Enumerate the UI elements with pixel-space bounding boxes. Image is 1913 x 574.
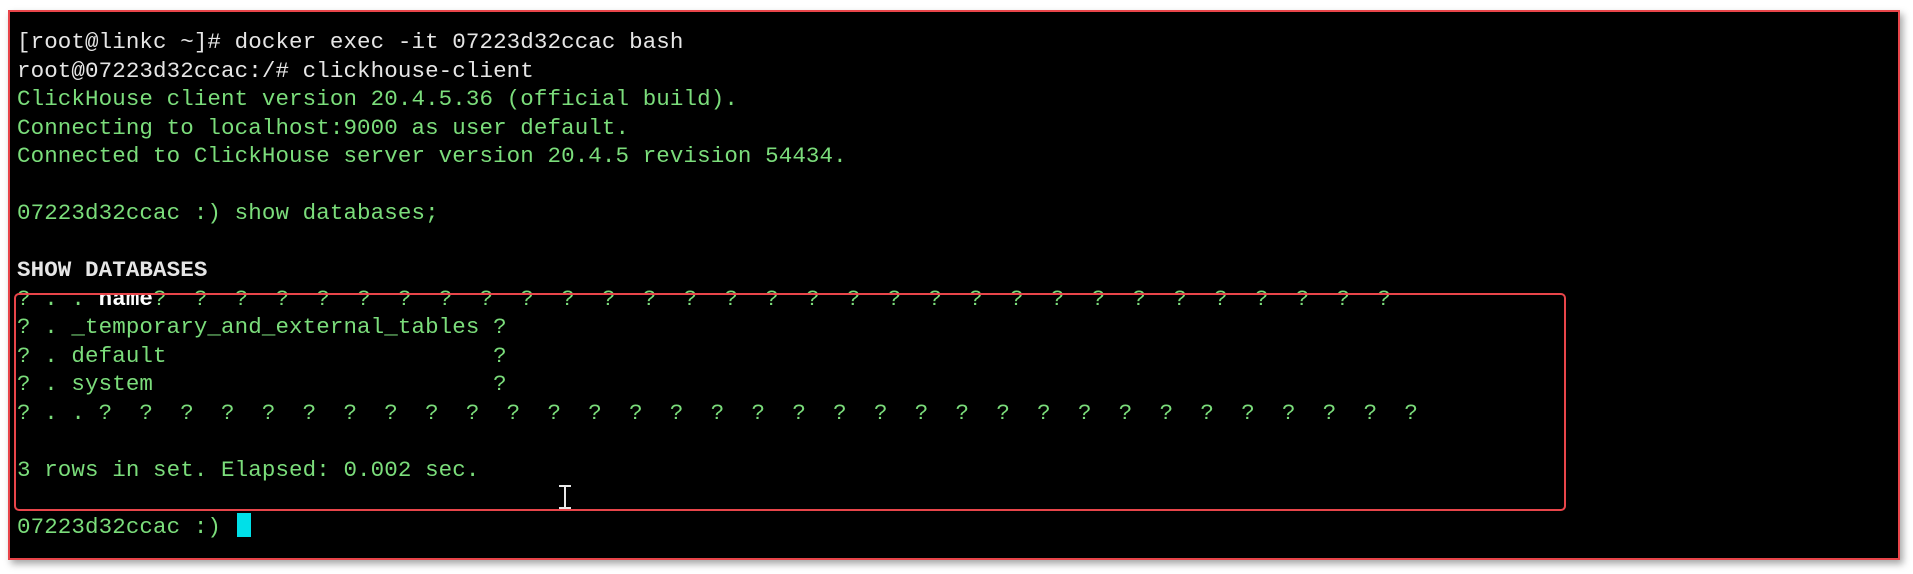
terminal-line-client-version: ClickHouse client version 20.4.5.36 (off… xyxy=(17,86,738,112)
terminal-window[interactable]: [root@linkc ~]# docker exec -it 07223d32… xyxy=(8,10,1900,560)
result-header-prefix: ? . . xyxy=(17,285,99,312)
terminal-output[interactable]: [root@linkc ~]# docker exec -it 07223d32… xyxy=(17,28,1898,541)
ibeam-cursor-icon xyxy=(558,483,572,511)
result-row: ? . _temporary_and_external_tables ? xyxy=(17,314,507,340)
block-cursor[interactable] xyxy=(236,512,251,537)
terminal-line-docker-exec: [root@linkc ~]# docker exec -it 07223d32… xyxy=(17,29,684,55)
result-table-footer: ? . . ? ? ? ? ? ? ? ? ? ? ? ? ? ? ? ? ? … xyxy=(17,399,1419,426)
terminal-line-clickhouse-client: root@07223d32ccac:/# clickhouse-client xyxy=(17,57,534,84)
terminal-line-query-echo: SHOW DATABASES xyxy=(17,257,208,283)
terminal-line-show-databases-command: 07223d32ccac :) show databases; xyxy=(17,200,439,226)
terminal-line-connected: Connected to ClickHouse server version 2… xyxy=(17,143,847,169)
result-column-name: name xyxy=(98,285,154,312)
result-row: ? . default ? xyxy=(17,342,507,369)
terminal-prompt-line[interactable]: 07223d32ccac :) xyxy=(17,512,1898,542)
result-header-suffix: ? ? ? ? ? ? ? ? ? ? ? ? ? ? ? ? ? ? ? ? … xyxy=(153,285,1391,312)
screenshot-page: [root@linkc ~]# docker exec -it 07223d32… xyxy=(0,0,1913,574)
result-table-header: ? . . name? ? ? ? ? ? ? ? ? ? ? ? ? ? ? … xyxy=(17,285,1898,314)
terminal-prompt: 07223d32ccac :) xyxy=(17,513,235,540)
result-summary: 3 rows in set. Elapsed: 0.002 sec. xyxy=(17,456,480,483)
terminal-line-connecting: Connecting to localhost:9000 as user def… xyxy=(17,114,630,141)
result-row: ? . system ? xyxy=(17,371,507,397)
